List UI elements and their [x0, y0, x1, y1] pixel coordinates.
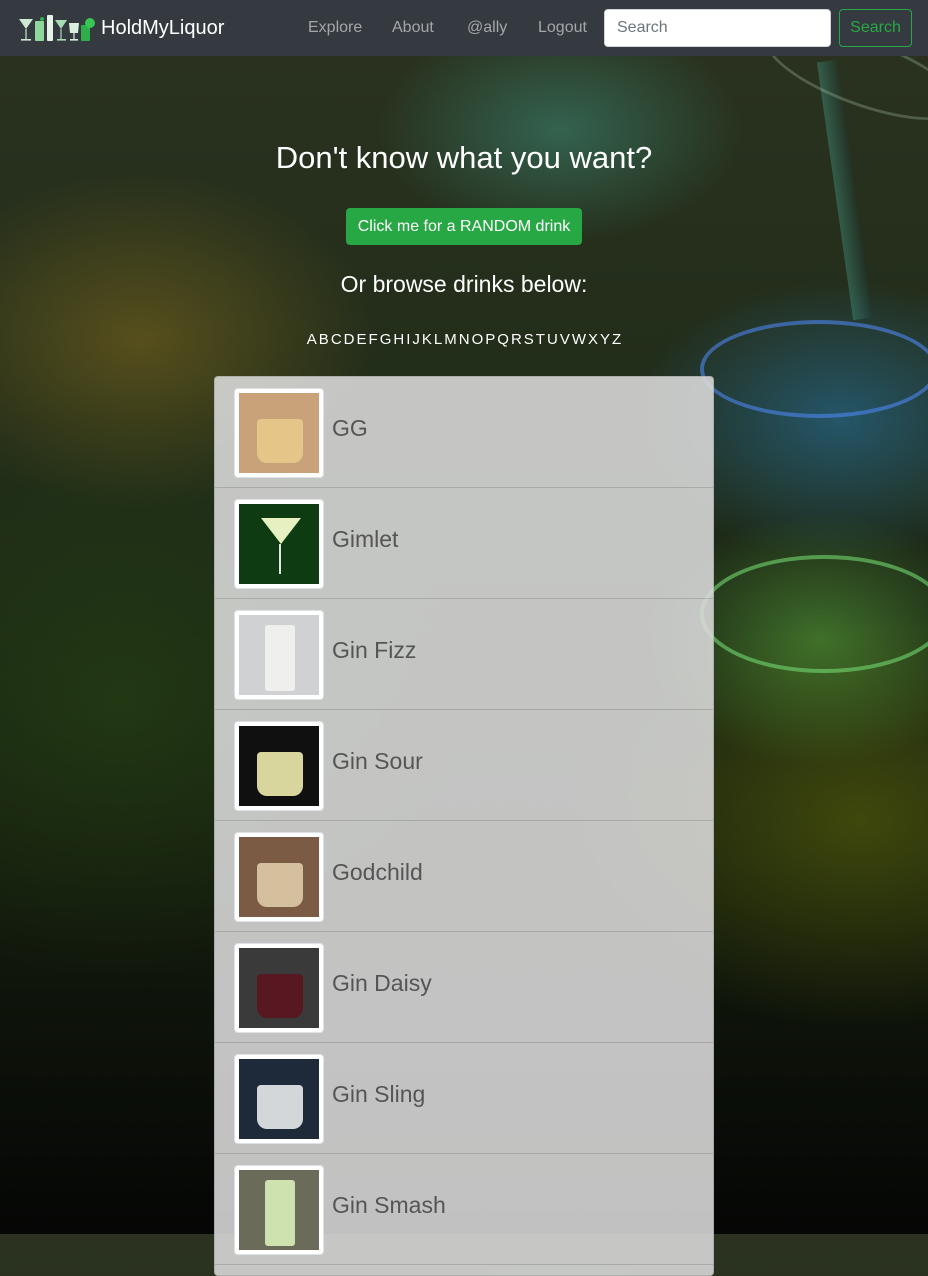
- nav-link-logout[interactable]: Logout: [538, 19, 587, 37]
- letter-link-x[interactable]: X: [588, 331, 598, 348]
- alphabet-index: ABCDEFGHIJKLMNOPQRSTUVWXYZ: [0, 331, 928, 348]
- drink-glass-shape: [265, 1180, 295, 1246]
- nav-link-profile[interactable]: @ally: [467, 19, 507, 37]
- letter-link-h[interactable]: H: [393, 331, 404, 348]
- letter-link-b[interactable]: B: [319, 331, 329, 348]
- nav-link-about[interactable]: About: [392, 19, 434, 37]
- sour-glass-icon: [239, 726, 319, 806]
- browse-title: Or browse drinks below:: [340, 271, 588, 297]
- drink-thumbnail[interactable]: [234, 943, 324, 1033]
- letter-link-r[interactable]: R: [511, 331, 522, 348]
- letter-link-z[interactable]: Z: [612, 331, 621, 348]
- drink-list-item[interactable]: Gin Sour: [215, 710, 713, 821]
- letter-link-t[interactable]: T: [536, 331, 545, 348]
- drink-name[interactable]: Gin Daisy: [332, 970, 432, 997]
- martini-glass-icon: [239, 504, 319, 584]
- drink-thumbnail[interactable]: [234, 1165, 324, 1255]
- letter-link-l[interactable]: L: [434, 331, 442, 348]
- drink-list-item[interactable]: Gimlet: [215, 488, 713, 599]
- drink-name[interactable]: Gin Sour: [332, 748, 423, 775]
- drink-thumbnail[interactable]: [234, 721, 324, 811]
- drink-name[interactable]: Godchild: [332, 859, 423, 886]
- letter-link-g[interactable]: G: [380, 331, 392, 348]
- cocktail-glasses-logo-icon: [19, 15, 95, 41]
- drink-list-item[interactable]: Godchild: [215, 821, 713, 932]
- brand[interactable]: HoldMyLiquor: [18, 10, 224, 46]
- drink-name[interactable]: Gin Smash: [332, 1192, 446, 1219]
- drink-list-item[interactable]: Gin Sling: [215, 1043, 713, 1154]
- drink-thumbnail[interactable]: [234, 1054, 324, 1144]
- letter-link-f[interactable]: F: [369, 331, 378, 348]
- letter-link-i[interactable]: I: [406, 331, 410, 348]
- drink-name[interactable]: Gin Fizz: [332, 637, 416, 664]
- letter-link-k[interactable]: K: [422, 331, 432, 348]
- letter-link-u[interactable]: U: [547, 331, 558, 348]
- drink-glass-shape: [265, 625, 295, 691]
- letter-link-j[interactable]: J: [412, 331, 420, 348]
- drink-name[interactable]: Gin Sling: [332, 1081, 425, 1108]
- letter-link-s[interactable]: S: [524, 331, 534, 348]
- drink-list-item[interactable]: Gin Fizz: [215, 599, 713, 710]
- smash-glass-icon: [239, 1170, 319, 1250]
- letter-link-d[interactable]: D: [344, 331, 355, 348]
- search-button[interactable]: Search: [839, 9, 912, 47]
- drink-glass-shape: [257, 752, 303, 796]
- drink-thumbnail[interactable]: [234, 610, 324, 700]
- drink-glass-shape: [257, 863, 303, 907]
- drink-list-item[interactable]: Gin Smash: [215, 1154, 713, 1265]
- letter-link-c[interactable]: C: [331, 331, 342, 348]
- letter-link-v[interactable]: V: [560, 331, 570, 348]
- drink-glass-shape: [257, 974, 303, 1018]
- rocks-glass-icon: [239, 393, 319, 473]
- drink-list-item[interactable]: GG: [215, 377, 713, 488]
- hero-title: Don't know what you want?: [275, 140, 653, 175]
- letter-link-n[interactable]: N: [459, 331, 470, 348]
- brand-name: HoldMyLiquor: [101, 16, 225, 39]
- letter-link-a[interactable]: A: [307, 331, 317, 348]
- background-glass-rim: [700, 555, 928, 673]
- highball-glass-icon: [239, 615, 319, 695]
- search-input[interactable]: [604, 9, 831, 47]
- random-drink-button[interactable]: Click me for a RANDOM drink: [346, 208, 582, 245]
- drink-glass-shape: [257, 1085, 303, 1129]
- sling-glass-icon: [239, 1059, 319, 1139]
- letter-link-m[interactable]: M: [444, 331, 457, 348]
- drink-thumbnail[interactable]: [234, 499, 324, 589]
- drink-name[interactable]: GG: [332, 415, 368, 442]
- letter-link-y[interactable]: Y: [600, 331, 610, 348]
- letter-link-q[interactable]: Q: [497, 331, 509, 348]
- letter-link-p[interactable]: P: [485, 331, 495, 348]
- nav-link-explore[interactable]: Explore: [308, 19, 362, 37]
- drink-name[interactable]: Gimlet: [332, 526, 398, 553]
- letter-link-o[interactable]: O: [472, 331, 484, 348]
- drink-glass-shape: [257, 419, 303, 463]
- navbar: HoldMyLiquor Explore About @ally Logout …: [0, 0, 928, 56]
- drink-thumbnail[interactable]: [234, 832, 324, 922]
- glass-stem: [279, 544, 281, 574]
- drink-list-item[interactable]: Gin Daisy: [215, 932, 713, 1043]
- drink-thumbnail[interactable]: [234, 388, 324, 478]
- letter-link-w[interactable]: W: [572, 331, 586, 348]
- daisy-glass-icon: [239, 948, 319, 1028]
- letter-link-e[interactable]: E: [357, 331, 367, 348]
- drink-list: GG Gimlet Gin Fizz Gin Sour Godchild Gin Dais…: [214, 376, 714, 1276]
- cream-glass-icon: [239, 837, 319, 917]
- drink-glass-shape: [261, 518, 301, 544]
